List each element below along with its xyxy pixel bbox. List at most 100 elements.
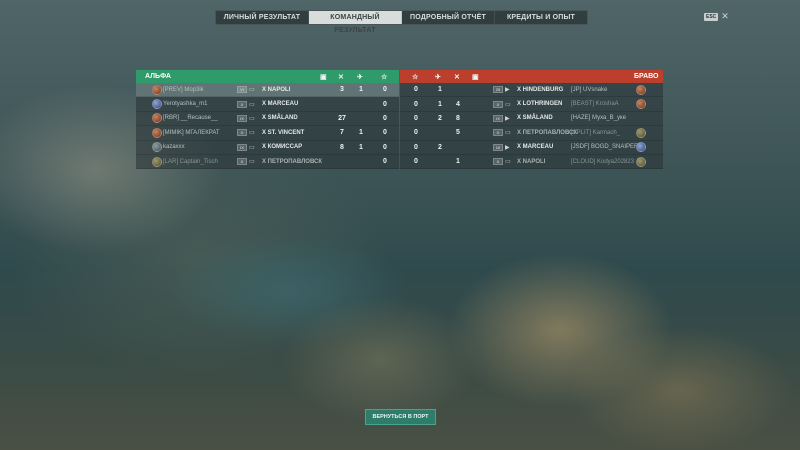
stat-score: 0 (383, 143, 387, 151)
table-row[interactable]: 0 5 X ▭ X ПЕТРОПАВЛОВСК [SPLIT] Karmach_ (400, 126, 663, 141)
stat-planes: 2 (438, 114, 442, 122)
player-name: [JP] UVsnake (571, 86, 608, 93)
player-name: [CLOUD] Kodya202823 (571, 158, 635, 165)
stat-score: 0 (414, 129, 418, 137)
ribbon-icon: ▣ (472, 73, 479, 81)
ship-name: X ST. VINCENT (262, 129, 305, 136)
stat-planes: 1 (438, 100, 442, 108)
table-row[interactable]: 0 2 8 IX ▶ X SMÅLAND [HAZE] Муха_В_уке (400, 111, 663, 127)
ship-class-icon: ▭ (249, 159, 255, 166)
ship-name: X SMÅLAND (517, 115, 553, 122)
star-icon: ☆ (412, 73, 419, 81)
stat-score: 0 (414, 158, 418, 166)
player-name: [LAR] Captain_Tisch (163, 158, 218, 165)
stat-score: 0 (383, 114, 387, 122)
tab-credits-exp[interactable]: КРЕДИТЫ И ОПЫТ (495, 11, 587, 24)
ship-name: X КОМИССАР (262, 144, 303, 151)
rank-badge-icon (636, 156, 646, 167)
stat-frags: 5 (456, 129, 460, 137)
tier-badge: X (237, 129, 247, 137)
team-bravo-header: ☆ ✈ ✕ ▣ БРАВО (400, 70, 663, 83)
ship-name: X MARCEAU (517, 144, 554, 151)
rank-badge-icon (152, 127, 162, 138)
ship-class-icon: ▭ (249, 87, 255, 94)
rank-badge-icon (636, 84, 646, 95)
tab-personal-result[interactable]: ЛИЧНЫЙ РЕЗУЛЬТАТ (216, 11, 309, 24)
return-to-port-button[interactable]: ВЕРНУТЬСЯ В ПОРТ (365, 409, 436, 425)
ship-name: X NAPOLI (517, 158, 546, 165)
stat-planes: 2 (438, 143, 442, 151)
ship-class-icon: ▭ (505, 159, 511, 166)
table-row[interactable]: 0 1 X ▭ X NAPOLI [CLOUD] Kodya202823 (400, 154, 663, 170)
torpedo-hit-icon: ✕ (338, 73, 344, 81)
torpedo-hit-icon: ✕ (454, 73, 460, 81)
table-row[interactable]: [LAR] Captain_Tisch X ▭ X ПЕТРОПАВЛОВСК … (136, 154, 399, 170)
team-bravo-name: БРАВО (634, 73, 659, 80)
tier-badge: IX (493, 114, 503, 122)
ship-name: X ПЕТРОПАВЛОВСК (517, 129, 578, 136)
ship-name: X MARCEAU (262, 101, 299, 108)
team-bravo-rows: 0 1 25 ▶ X HINDENBURG [JP] UVsnake 0 1 4… (400, 83, 663, 170)
ship-class-icon: ▭ (249, 130, 255, 137)
tab-detailed-report[interactable]: ПОДРОБНЫЙ ОТЧЁТ (402, 11, 495, 24)
ship-class-icon: ▭ (249, 101, 255, 108)
table-row[interactable]: 0 1 4 X ▭ X LOTHRINGEN [BEAST] KroshaA (400, 97, 663, 112)
stat-frags: 8 (456, 114, 460, 122)
player-name: [PREV] Mop3ik (163, 86, 204, 93)
rank-badge-icon (152, 99, 162, 110)
tier-badge: X (237, 158, 247, 166)
ship-class-icon: ▭ (505, 101, 511, 108)
player-name: [SPLIT] Karmach_ (571, 129, 621, 136)
stat-frags: 1 (456, 158, 460, 166)
rank-badge-icon (636, 127, 646, 138)
tier-badge: 25 (493, 86, 503, 94)
rank-badge-icon (152, 156, 162, 167)
player-name: [JSDF] BOGD_SNAIPER (571, 144, 639, 151)
table-row[interactable]: 0 2 10 ▶ X MARCEAU [JSDF] BOGD_SNAIPER (400, 140, 663, 155)
ship-name: X ПЕТРОПАВЛОВСК (262, 158, 323, 165)
tier-badge: X (493, 158, 503, 166)
team-alpha-panel: АЛЬФА ▣ ✕ ✈ ☆ [PREV] Mop3ik VI ▭ X NAPOL… (136, 70, 399, 170)
player-name: [MIMIK] МГАЛЕКРАТ (163, 129, 220, 136)
ship-name: X LOTHRINGEN (517, 101, 563, 108)
ribbon-icon: ▣ (320, 73, 327, 81)
stat-score: 0 (383, 129, 387, 137)
rank-badge-icon (152, 84, 162, 95)
stat-frags: 4 (456, 100, 460, 108)
stat-planes: 1 (359, 143, 363, 151)
table-row[interactable]: 0 1 25 ▶ X HINDENBURG [JP] UVsnake (400, 83, 663, 98)
team-alpha-rows: [PREV] Mop3ik VI ▭ X NAPOLI 3 1 0 Yeroty… (136, 83, 399, 170)
team-alpha-header: АЛЬФА ▣ ✕ ✈ ☆ (136, 70, 399, 83)
player-name: [HAZE] Муха_В_уке (571, 115, 627, 122)
stat-frags: 27 (338, 114, 346, 122)
table-row[interactable]: Yerotyashka_m1 X ▭ X MARCEAU 0 (136, 97, 399, 112)
tier-badge: IX (237, 143, 247, 151)
ship-class-icon: ▶ (505, 115, 510, 122)
stat-score: 0 (414, 143, 418, 151)
team-alpha-name: АЛЬФА (145, 73, 171, 80)
rank-badge-icon (636, 99, 646, 110)
ship-class-icon: ▶ (505, 144, 510, 151)
ship-name: X HINDENBURG (517, 86, 564, 93)
close-icon[interactable]: ✕ (721, 11, 729, 22)
table-row[interactable]: [MIMIK] МГАЛЕКРАТ X ▭ X ST. VINCENT 7 1 … (136, 126, 399, 141)
tier-badge: VI (237, 86, 247, 94)
table-row[interactable]: [PREV] Mop3ik VI ▭ X NAPOLI 3 1 0 (136, 83, 399, 98)
table-row[interactable]: kazaxxx IX ▭ X КОМИССАР 8 1 0 (136, 140, 399, 155)
ship-class-icon: ▭ (505, 130, 511, 137)
stat-score: 0 (383, 158, 387, 166)
player-name: kazaxxx (163, 144, 185, 151)
stat-planes: 1 (359, 86, 363, 94)
player-name: [RBR] __Recause__ (163, 115, 218, 122)
tier-badge: 10 (493, 143, 503, 151)
stat-planes: 1 (438, 86, 442, 94)
stat-planes: 1 (359, 129, 363, 137)
team-bravo-panel: ☆ ✈ ✕ ▣ БРАВО 0 1 25 ▶ X HINDENBURG [JP]… (400, 70, 663, 170)
table-row[interactable]: [RBR] __Recause__ IX ▭ X SMÅLAND 27 0 (136, 111, 399, 127)
esc-close-control[interactable]: ESC ✕ (704, 11, 729, 22)
plane-icon: ✈ (357, 73, 363, 81)
stat-score: 0 (414, 86, 418, 94)
tab-team-result[interactable]: КОМАНДНЫЙ РЕЗУЛЬТАТ (309, 11, 402, 34)
stat-score: 0 (383, 100, 387, 108)
results-tabs: ЛИЧНЫЙ РЕЗУЛЬТАТ КОМАНДНЫЙ РЕЗУЛЬТАТ ПОД… (215, 10, 588, 34)
